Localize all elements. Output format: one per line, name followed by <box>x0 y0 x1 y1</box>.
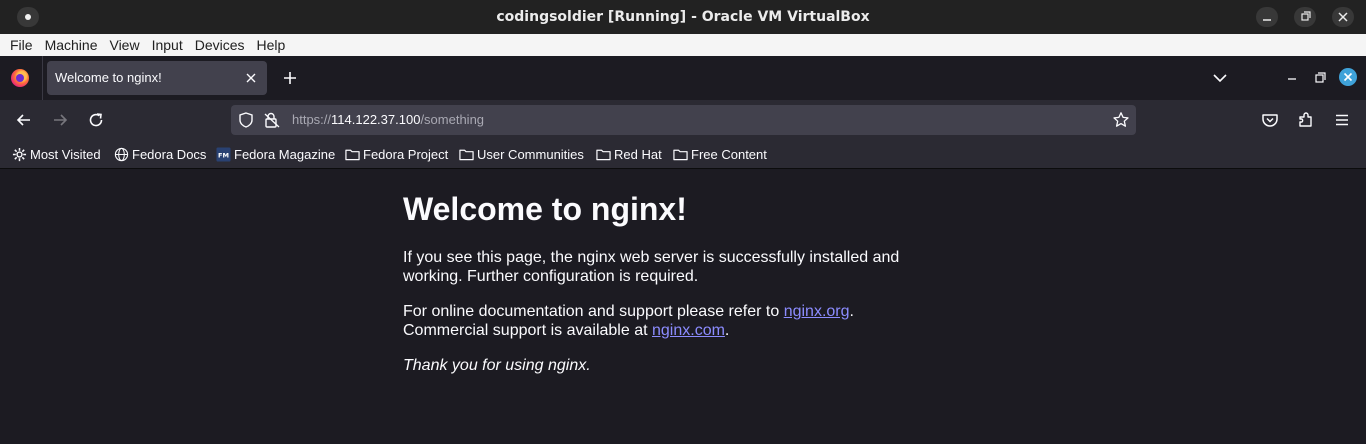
pocket-icon <box>1262 114 1278 127</box>
maximize-button[interactable] <box>1294 7 1316 27</box>
insecure-lock-icon[interactable] <box>263 111 281 129</box>
pocket-button[interactable] <box>1260 110 1280 130</box>
arrow-right-icon <box>54 114 68 126</box>
bookmark-label: User Communities <box>477 147 584 162</box>
menu-help[interactable]: Help <box>251 34 292 56</box>
tab-nginx[interactable]: Welcome to nginx! <box>47 61 267 95</box>
nginx-com-link[interactable]: nginx.com <box>652 322 725 339</box>
nginx-org-link[interactable]: nginx.org <box>784 303 850 320</box>
back-button[interactable] <box>14 110 34 130</box>
tab-label: Welcome to nginx! <box>55 70 162 85</box>
folder-icon <box>673 149 688 161</box>
vbox-titlebar: codingsoldier [Running] - Oracle VM Virt… <box>0 0 1366 34</box>
bookmark-user-communities[interactable]: User Communities <box>459 146 584 163</box>
tabstrip-divider <box>42 56 43 100</box>
nginx-welcome-content: Welcome to nginx! If you see this page, … <box>403 191 923 391</box>
bookmark-label: Red Hat <box>614 147 662 162</box>
bookmark-red-hat[interactable]: Red Hat <box>596 146 662 163</box>
restore-icon <box>1301 11 1311 21</box>
svg-text:FM: FM <box>218 151 229 159</box>
reload-button[interactable] <box>86 110 106 130</box>
bookmark-label: Fedora Docs <box>132 147 207 162</box>
firefox-view-icon[interactable] <box>11 69 29 87</box>
url-bar[interactable]: https://114.122.37.100/something <box>231 105 1136 135</box>
menu-devices[interactable]: Devices <box>189 34 251 56</box>
folder-icon <box>596 149 611 161</box>
close-icon <box>246 73 256 83</box>
support-text-end: . <box>849 303 854 320</box>
folder-icon <box>459 149 474 161</box>
menu-file[interactable]: File <box>4 34 39 56</box>
menu-machine[interactable]: Machine <box>39 34 104 56</box>
close-icon <box>1338 12 1348 22</box>
firefox-restore-button[interactable] <box>1310 68 1330 88</box>
firefox-navbar: https://114.122.37.100/something <box>0 100 1366 140</box>
minimize-icon <box>1263 19 1271 21</box>
bookmark-fedora-magazine[interactable]: FM Fedora Magazine <box>216 146 335 163</box>
shield-icon[interactable] <box>237 111 255 129</box>
firefox-minimize-button[interactable] <box>1282 68 1302 88</box>
firefox-tabstrip: Welcome to nginx! <box>0 56 1366 100</box>
minimize-button[interactable] <box>1256 7 1278 27</box>
puzzle-icon <box>1299 112 1312 127</box>
restore-icon <box>1315 72 1326 83</box>
bookmark-label: Free Content <box>691 147 767 162</box>
minimize-icon <box>1288 78 1296 80</box>
page-heading: Welcome to nginx! <box>403 191 687 227</box>
install-message: If you see this page, the nginx web serv… <box>403 249 900 285</box>
folder-icon <box>345 149 360 161</box>
bookmark-label: Fedora Magazine <box>234 147 336 162</box>
app-menu-button[interactable] <box>1332 110 1352 130</box>
bookmarks-toolbar: Most Visited Fedora Docs FM Fedora Magaz… <box>0 140 1366 169</box>
url-scheme: https:// <box>292 112 332 127</box>
forward-button[interactable] <box>50 110 70 130</box>
bookmark-label: Most Visited <box>30 147 101 162</box>
chevron-down-icon <box>1213 74 1227 83</box>
bookmark-star-icon[interactable] <box>1112 111 1130 129</box>
reload-icon <box>89 113 103 127</box>
globe-icon <box>114 147 129 162</box>
support-message: For online documentation and support ple… <box>403 302 923 340</box>
list-all-tabs-button[interactable] <box>1210 68 1230 88</box>
bookmark-fedora-project[interactable]: Fedora Project <box>345 146 448 163</box>
fedora-magazine-icon: FM <box>216 147 231 162</box>
menu-input[interactable]: Input <box>146 34 189 56</box>
bookmark-fedora-docs[interactable]: Fedora Docs <box>114 146 206 163</box>
hamburger-menu-icon <box>1336 114 1348 126</box>
support-text: For online documentation and support ple… <box>403 303 784 320</box>
vbox-window-title: codingsoldier [Running] - Oracle VM Virt… <box>496 9 870 25</box>
thank-you-text: Thank you for using nginx. <box>403 357 591 374</box>
plus-icon <box>284 72 296 84</box>
thank-you-message: Thank you for using nginx. <box>403 356 923 375</box>
url-host: 114.122.37.100 <box>331 112 421 127</box>
close-icon <box>1343 72 1353 82</box>
bookmark-label: Fedora Project <box>363 147 449 162</box>
extensions-button[interactable] <box>1296 110 1316 130</box>
commercial-text-end: . <box>724 322 730 339</box>
tab-close-button[interactable] <box>241 68 261 88</box>
arrow-left-icon <box>16 114 30 126</box>
url-text[interactable]: https://114.122.37.100/something <box>292 105 484 135</box>
firefox-close-button[interactable] <box>1339 68 1357 86</box>
page-viewport: Welcome to nginx! If you see this page, … <box>0 169 1366 444</box>
new-tab-button[interactable] <box>277 64 303 92</box>
commercial-text: Commercial support is available at <box>403 322 652 339</box>
vbox-menubar: File Machine View Input Devices Help <box>0 34 1366 56</box>
menu-view[interactable]: View <box>103 34 145 56</box>
url-path: /something <box>420 112 485 127</box>
close-button[interactable] <box>1332 7 1354 27</box>
gear-icon <box>12 147 27 162</box>
bookmark-most-visited[interactable]: Most Visited <box>12 146 101 163</box>
bookmark-free-content[interactable]: Free Content <box>673 146 767 163</box>
